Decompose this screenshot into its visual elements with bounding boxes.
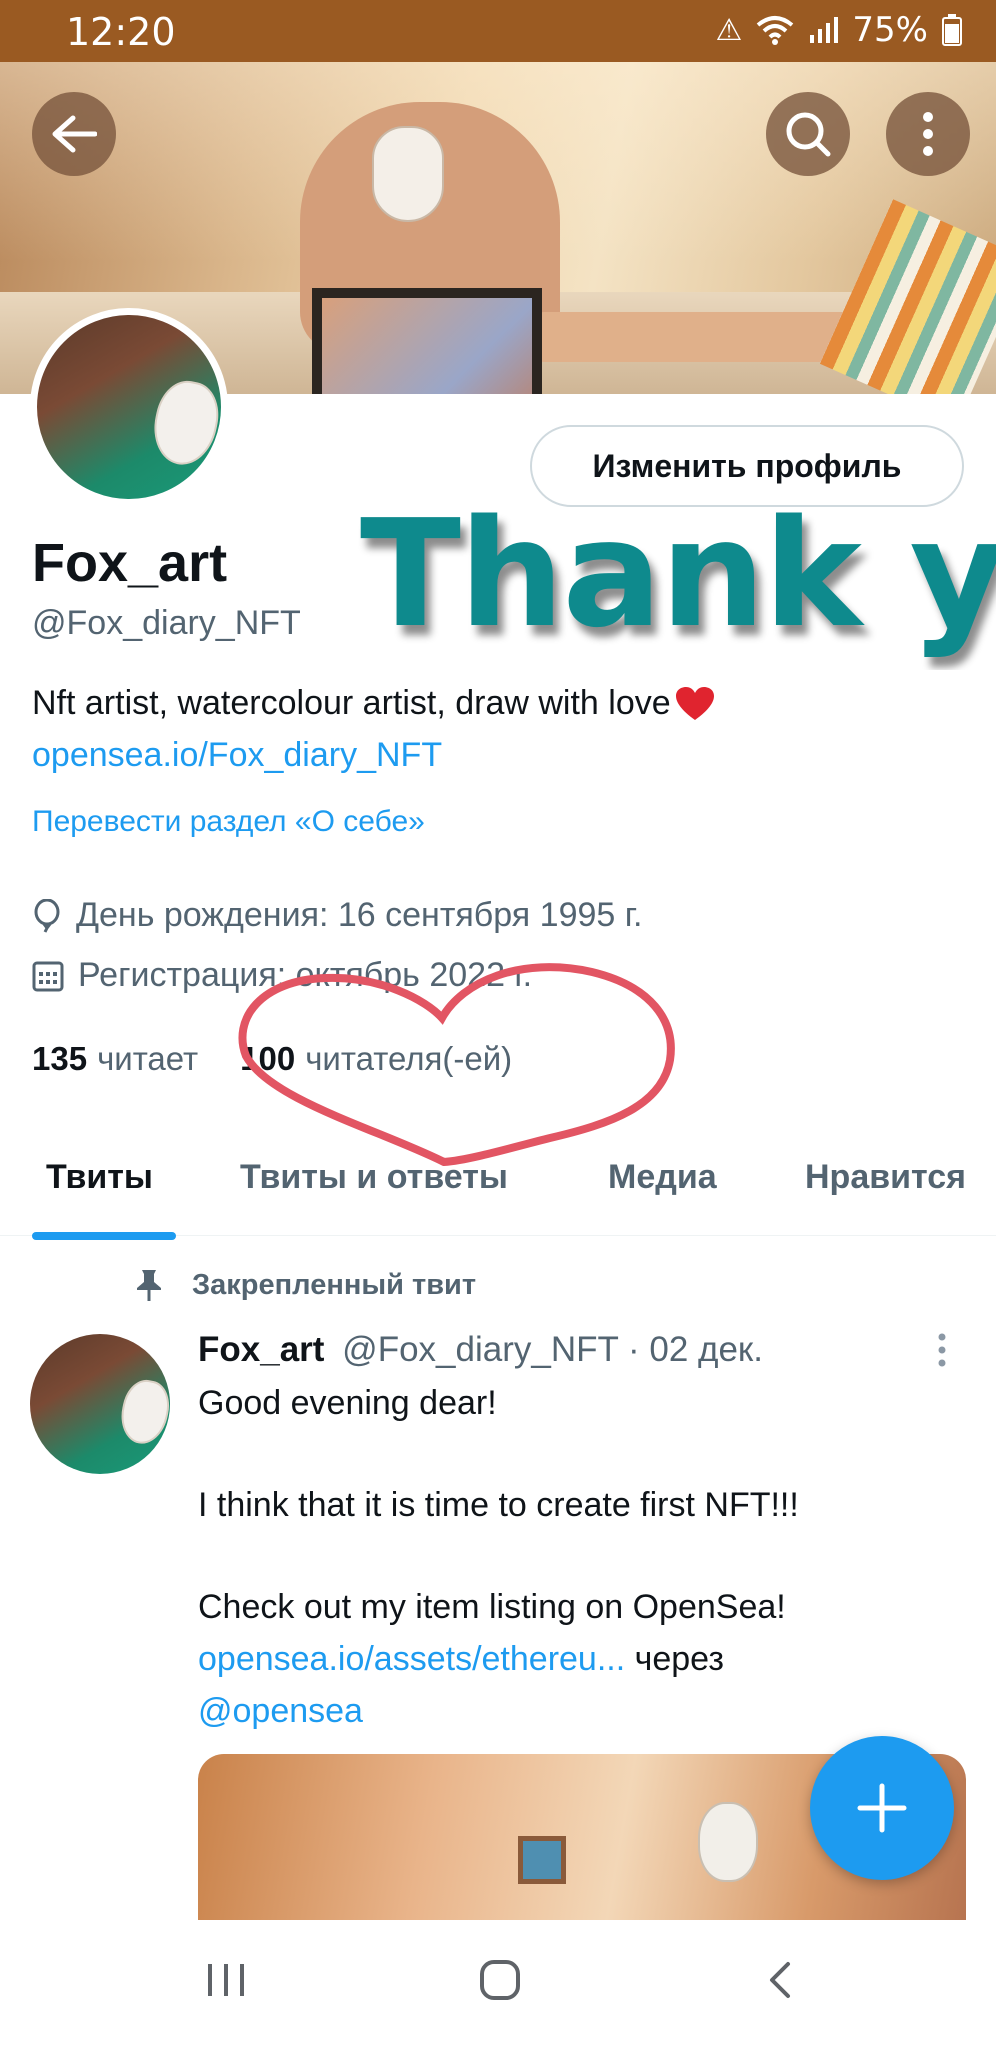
following-label: читает xyxy=(97,1040,199,1077)
tweet-line-3: Check out my item listing on OpenSea! xyxy=(198,1588,786,1626)
search-icon xyxy=(786,112,831,157)
birthday-text: День рождения: 16 сентября 1995 г. xyxy=(76,896,643,934)
pinned-label: Закрепленный твит xyxy=(192,1268,477,1301)
tab-tweets-and-replies[interactable]: Твиты и ответы xyxy=(240,1158,508,1197)
profile-avatar[interactable] xyxy=(30,308,228,506)
profile-website-link[interactable]: opensea.io/Fox_diary_NFT xyxy=(32,736,442,775)
battery-icon xyxy=(942,14,962,46)
banner-painting xyxy=(312,288,542,394)
more-button[interactable] xyxy=(886,92,970,176)
following-count: 135 xyxy=(32,1040,88,1077)
overlay-clip: Thank you xyxy=(0,500,996,670)
signal-icon xyxy=(810,17,839,43)
recent-apps-icon[interactable] xyxy=(204,1960,248,2000)
tweet-line-4: opensea.io/assets/ethereu... через xyxy=(198,1640,724,1679)
avatar-mask xyxy=(146,375,221,471)
status-time: 12:20 xyxy=(66,10,176,54)
avatar-mask xyxy=(115,1375,170,1449)
status-icons: ⚠ 75% xyxy=(716,10,962,50)
tweet-via-text: через xyxy=(634,1640,724,1678)
compose-tweet-button[interactable] xyxy=(810,1736,954,1880)
wifi-icon xyxy=(757,16,794,45)
back-arrow-icon xyxy=(52,115,97,153)
more-vertical-icon xyxy=(923,112,933,156)
translate-bio-link[interactable]: Перевести раздел «О себе» xyxy=(32,805,425,839)
tweet-line-1: Good evening dear! xyxy=(198,1384,497,1422)
tweet-more-icon[interactable] xyxy=(936,1332,948,1368)
birthday-row: День рождения: 16 сентября 1995 г. xyxy=(32,896,642,935)
tweet-date[interactable]: 02 дек. xyxy=(649,1330,763,1369)
pin-icon xyxy=(137,1270,161,1301)
alert-icon: ⚠ xyxy=(715,12,743,48)
overlay-thank-you-text: Thank you xyxy=(360,500,996,660)
profile-tabs: Твиты Твиты и ответы Медиа Нравится xyxy=(0,1140,996,1240)
plus-icon xyxy=(857,1783,907,1833)
tweet-author-name[interactable]: Fox_art xyxy=(198,1330,324,1369)
tab-likes[interactable]: Нравится xyxy=(805,1158,966,1197)
back-button[interactable] xyxy=(32,92,116,176)
battery-percent: 75% xyxy=(852,10,928,50)
balloon-icon xyxy=(34,898,60,933)
home-icon[interactable] xyxy=(478,1960,522,2000)
tweet-author-avatar[interactable] xyxy=(30,1334,170,1474)
following-link[interactable]: 135 читает xyxy=(32,1040,198,1078)
active-tab-indicator xyxy=(32,1232,176,1240)
tab-tweets[interactable]: Твиты xyxy=(46,1158,153,1197)
media-picture-frame xyxy=(518,1836,566,1884)
media-mask xyxy=(698,1802,758,1882)
tweet-line-2: I think that it is time to create first … xyxy=(198,1486,799,1524)
bio-text: Nft artist, watercolour artist, draw wit… xyxy=(32,684,671,722)
back-icon[interactable] xyxy=(764,1960,794,2000)
tweet-separator: · xyxy=(627,1330,640,1369)
tweet-author-handle[interactable]: @Fox_diary_NFT xyxy=(342,1330,618,1369)
profile-bio: Nft artist, watercolour artist, draw wit… xyxy=(32,684,715,723)
search-button[interactable] xyxy=(766,92,850,176)
calendar-icon xyxy=(32,961,64,991)
tweet-mention-opensea[interactable]: @opensea xyxy=(198,1692,363,1731)
system-nav-bar xyxy=(0,1920,996,2048)
tweet-header: Fox_art @Fox_diary_NFT · 02 дек. xyxy=(198,1330,763,1370)
edit-profile-button[interactable]: Изменить профиль xyxy=(530,425,964,507)
banner-mask xyxy=(372,126,444,222)
tweet-opensea-link[interactable]: opensea.io/assets/ethereu... xyxy=(198,1640,625,1678)
pinned-label-row: Закрепленный твит xyxy=(134,1268,476,1302)
tab-media[interactable]: Медиа xyxy=(608,1158,717,1197)
red-heart-icon xyxy=(675,686,714,720)
status-bar: 12:20 ⚠ 75% xyxy=(0,0,996,62)
